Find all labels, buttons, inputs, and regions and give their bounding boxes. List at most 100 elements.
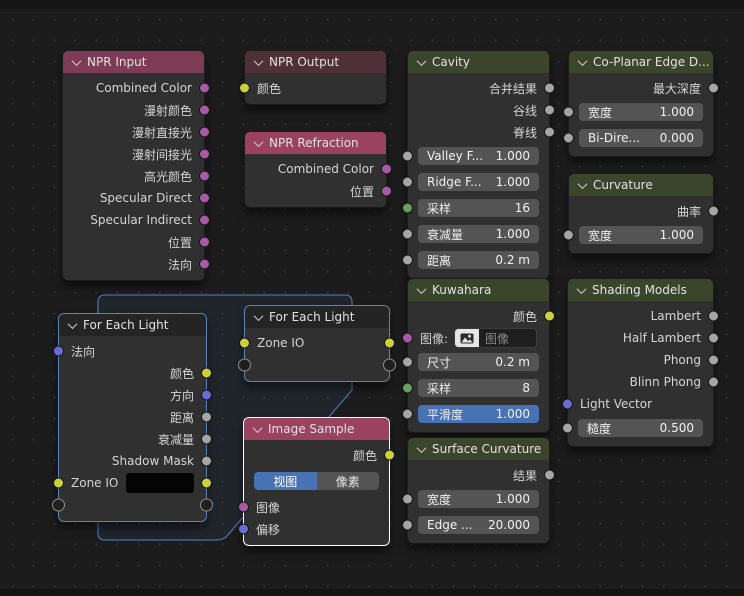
image-icon[interactable] xyxy=(455,329,479,347)
output-socket[interactable] xyxy=(544,311,555,322)
output-socket[interactable] xyxy=(201,456,212,467)
input-socket[interactable] xyxy=(53,478,64,489)
output-socket[interactable] xyxy=(544,83,555,94)
node-curvature[interactable]: Curvature 曲率 宽度1.000 xyxy=(568,173,714,254)
chevron-down-icon[interactable] xyxy=(68,319,78,329)
input-socket[interactable] xyxy=(402,229,413,240)
input-socket[interactable] xyxy=(562,399,573,410)
node-header[interactable]: NPR Refraction xyxy=(245,132,386,154)
output-socket[interactable] xyxy=(708,311,719,322)
output-socket[interactable] xyxy=(381,164,392,175)
zone-extend-socket[interactable] xyxy=(52,499,65,512)
node-header[interactable]: NPR Input xyxy=(63,51,204,73)
chevron-down-icon[interactable] xyxy=(417,56,427,66)
pixel-mode-button[interactable]: 像素 xyxy=(317,472,380,490)
zone-extend-socket[interactable] xyxy=(238,359,251,372)
zone-io-color-swatch[interactable] xyxy=(126,473,194,493)
image-selector[interactable]: 图像 xyxy=(454,328,537,348)
chevron-down-icon[interactable] xyxy=(578,56,588,66)
node-npr-output[interactable]: NPR Output 颜色 xyxy=(244,50,387,105)
output-socket[interactable] xyxy=(199,127,210,138)
distance-slider[interactable]: 距离0.2 m xyxy=(418,251,539,269)
node-header[interactable]: Surface Curvature xyxy=(408,438,549,460)
node-npr-input[interactable]: NPR Input Combined Color 漫射颜色 漫射直接光 漫射间接… xyxy=(62,50,205,281)
input-socket[interactable] xyxy=(238,524,249,535)
output-socket[interactable] xyxy=(384,338,395,349)
output-socket[interactable] xyxy=(199,193,210,204)
output-socket[interactable] xyxy=(199,215,210,226)
bidirectional-slider[interactable]: Bi-Dire...0.000 xyxy=(579,129,703,147)
chevron-down-icon[interactable] xyxy=(254,137,264,147)
output-socket[interactable] xyxy=(199,259,210,270)
samples-slider[interactable]: 采样8 xyxy=(418,379,539,397)
output-socket[interactable] xyxy=(201,368,212,379)
node-header[interactable]: For Each Light xyxy=(245,306,389,328)
width-slider[interactable]: 宽度1.000 xyxy=(418,490,539,508)
node-npr-refraction[interactable]: NPR Refraction Combined Color 位置 xyxy=(244,131,387,208)
output-socket[interactable] xyxy=(199,237,210,248)
samples-slider[interactable]: 采样16 xyxy=(418,199,539,217)
node-kuwahara[interactable]: Kuwahara 颜色 图像: 图像 尺寸0.2 m 采样8 平滑度1.000 xyxy=(407,278,550,433)
input-socket[interactable] xyxy=(402,383,413,394)
input-socket[interactable] xyxy=(402,520,413,531)
input-socket[interactable] xyxy=(402,203,413,214)
input-socket[interactable] xyxy=(402,177,413,188)
output-socket[interactable] xyxy=(199,105,210,116)
node-coplanar-edge[interactable]: Co-Planar Edge D... 最大深度 宽度1.000 Bi-Dire… xyxy=(568,50,714,157)
input-socket[interactable] xyxy=(239,83,250,94)
output-socket[interactable] xyxy=(708,355,719,366)
output-socket[interactable] xyxy=(201,390,212,401)
output-socket[interactable] xyxy=(199,83,210,94)
node-cavity[interactable]: Cavity 合并结果 谷线 脊线 Valley F...1.000 Ridge… xyxy=(407,50,550,279)
output-socket[interactable] xyxy=(201,434,212,445)
falloff-slider[interactable]: 衰减量1.000 xyxy=(418,225,539,243)
chevron-down-icon[interactable] xyxy=(577,284,587,294)
edge-slider[interactable]: Edge ...20.000 xyxy=(418,516,539,534)
output-socket[interactable] xyxy=(708,83,719,94)
input-socket[interactable] xyxy=(402,409,413,420)
node-header[interactable]: Cavity xyxy=(408,51,549,73)
output-socket[interactable] xyxy=(544,470,555,481)
width-slider[interactable]: 宽度1.000 xyxy=(579,103,703,121)
chevron-down-icon[interactable] xyxy=(254,311,264,321)
output-socket[interactable] xyxy=(384,450,395,461)
input-socket[interactable] xyxy=(563,230,574,241)
node-header[interactable]: Shading Models xyxy=(568,279,713,301)
node-header[interactable]: Co-Planar Edge D... xyxy=(569,51,713,73)
output-socket[interactable] xyxy=(708,333,719,344)
input-socket[interactable] xyxy=(402,255,413,266)
chevron-down-icon[interactable] xyxy=(578,179,588,189)
output-socket[interactable] xyxy=(381,186,392,197)
output-socket[interactable] xyxy=(201,478,212,489)
view-mode-button[interactable]: 视图 xyxy=(254,472,317,490)
node-header[interactable]: Image Sample xyxy=(244,418,389,440)
output-socket[interactable] xyxy=(199,171,210,182)
node-header[interactable]: NPR Output xyxy=(245,51,386,73)
output-socket[interactable] xyxy=(199,149,210,160)
node-shading-models[interactable]: Shading Models Lambert Half Lambert Phon… xyxy=(567,278,714,447)
chevron-down-icon[interactable] xyxy=(417,284,427,294)
roughness-slider[interactable]: 糙度0.500 xyxy=(578,419,703,437)
input-socket[interactable] xyxy=(402,494,413,505)
chevron-down-icon[interactable] xyxy=(254,56,264,66)
width-slider[interactable]: 宽度1.000 xyxy=(579,226,703,244)
valley-slider[interactable]: Valley F...1.000 xyxy=(418,147,539,165)
node-foreach-light-input[interactable]: For Each Light 法向 颜色 方向 距离 衰减量 Shadow Ma… xyxy=(58,313,207,522)
output-socket[interactable] xyxy=(544,105,555,116)
node-surface-curvature[interactable]: Surface Curvature 结果 宽度1.000 Edge ...20.… xyxy=(407,437,550,544)
chevron-down-icon[interactable] xyxy=(417,443,427,453)
node-image-sample[interactable]: Image Sample 颜色 视图 像素 图像 偏移 xyxy=(243,417,390,546)
input-socket[interactable] xyxy=(562,423,573,434)
input-socket[interactable] xyxy=(402,357,413,368)
input-socket[interactable] xyxy=(563,133,574,144)
zone-extend-socket[interactable] xyxy=(200,499,213,512)
input-socket[interactable] xyxy=(402,151,413,162)
chevron-down-icon[interactable] xyxy=(72,56,82,66)
ridge-slider[interactable]: Ridge F...1.000 xyxy=(418,173,539,191)
input-socket[interactable] xyxy=(563,107,574,118)
input-socket[interactable] xyxy=(238,502,249,513)
node-foreach-light-output[interactable]: For Each Light Zone IO xyxy=(244,305,390,382)
output-socket[interactable] xyxy=(201,412,212,423)
output-socket[interactable] xyxy=(708,206,719,217)
input-socket[interactable] xyxy=(53,346,64,357)
